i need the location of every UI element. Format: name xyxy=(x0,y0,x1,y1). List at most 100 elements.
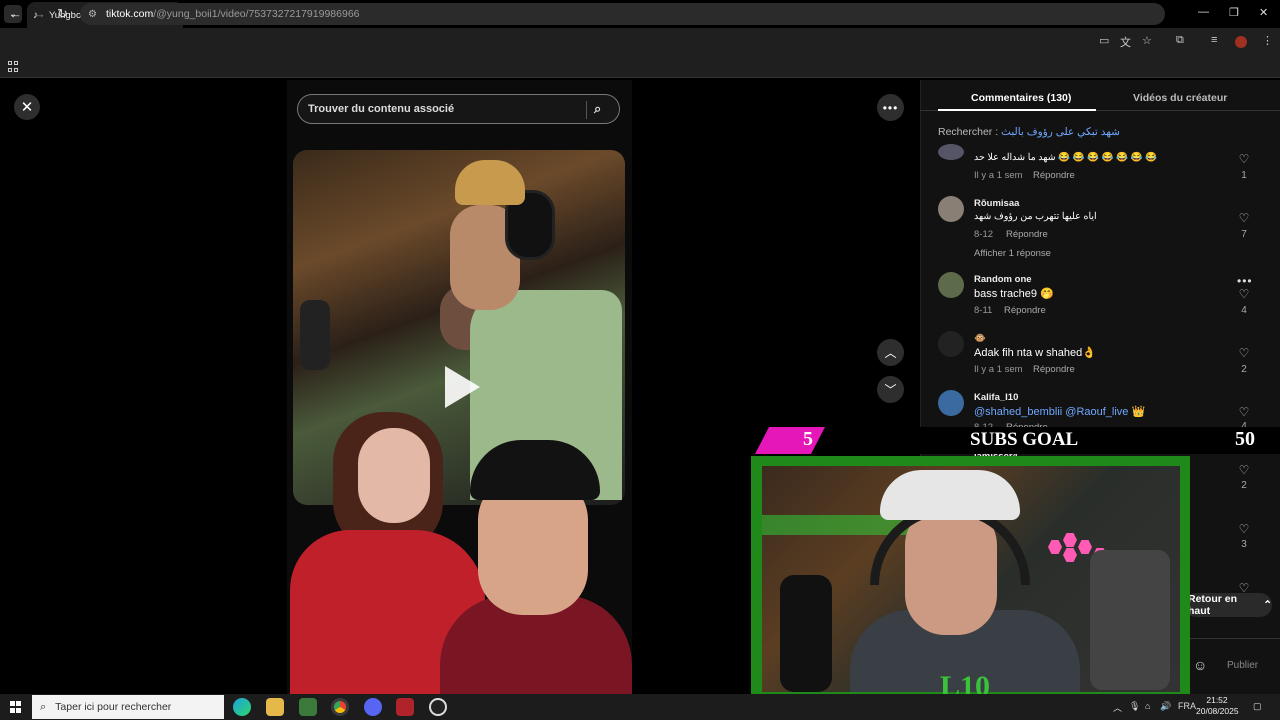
like-icon[interactable]: ♡ xyxy=(1237,405,1251,419)
microphone-icon[interactable]: 🎙 xyxy=(1129,701,1140,712)
search-icon[interactable]: ⌕ xyxy=(594,101,601,117)
extensions-icon[interactable]: ⧉ xyxy=(1176,34,1184,47)
comment-search-suggestion[interactable]: Rechercher : شهد تبكي على رؤوف بالبث xyxy=(938,126,1120,138)
clock-date: 20/08/2025 xyxy=(1196,706,1239,716)
like-icon[interactable]: ♡ xyxy=(1237,152,1251,166)
comment-date: 8-12 xyxy=(974,229,994,240)
url-host: tiktok.com xyxy=(105,8,154,20)
comment-author[interactable]: Random one xyxy=(974,274,1032,285)
file-explorer-icon[interactable] xyxy=(266,698,284,716)
comment-author[interactable]: 🐵 xyxy=(974,333,986,344)
back-to-top-button[interactable]: Retour en haut ⌃ xyxy=(1184,593,1272,617)
input-language[interactable]: FRA xyxy=(1178,701,1196,711)
like-count: 2 xyxy=(1241,480,1247,491)
webcam-streamer-cap xyxy=(880,470,1020,520)
avatar[interactable] xyxy=(938,144,964,160)
browser-toolbar xyxy=(0,28,1280,56)
apps-grid-icon[interactable] xyxy=(8,61,19,72)
discord-icon[interactable] xyxy=(364,698,382,716)
windows-start-icon[interactable] xyxy=(10,701,22,713)
clock-time: 21:52 xyxy=(1206,695,1228,705)
more-options-button[interactable]: ••• xyxy=(877,94,904,121)
show-replies-button[interactable]: Afficher 1 réponse xyxy=(974,248,1051,259)
next-video-button[interactable]: ﹀ xyxy=(877,376,904,403)
active-tab-indicator xyxy=(938,109,1096,111)
search-query: شهد تبكي على رؤوف بالبث xyxy=(1001,126,1120,138)
tab-creator-videos[interactable]: Vidéos du créateur xyxy=(1133,92,1227,104)
avatar[interactable] xyxy=(938,331,964,357)
publish-button[interactable]: Publier xyxy=(1227,660,1258,671)
volume-icon[interactable]: 🔊 xyxy=(1160,701,1171,712)
goal-target: 50 xyxy=(1235,428,1255,450)
avatar[interactable] xyxy=(938,390,964,416)
reply-button[interactable]: Répondre xyxy=(1006,229,1048,240)
video-mic-shape xyxy=(300,300,330,370)
translate-icon[interactable]: 文 xyxy=(1120,34,1131,50)
tab-comments[interactable]: Commentaires (130) xyxy=(971,92,1071,104)
address-bar[interactable]: ⚙ tiktok.com/@yung_boii1/video/753732721… xyxy=(80,3,1165,25)
comment-author[interactable]: Rõumisaa xyxy=(974,198,1019,209)
webcam-chair xyxy=(1090,550,1170,690)
like-icon[interactable]: ♡ xyxy=(1237,287,1251,301)
profile-avatar-icon[interactable] xyxy=(1235,36,1247,48)
video-cap xyxy=(455,160,525,205)
comment-text: bass trache9 🤭 xyxy=(974,288,1054,300)
arrow-up-icon: ⌃ xyxy=(1263,599,1272,611)
taskbar-search[interactable]: ⌕ Taper ici pour rechercher xyxy=(32,695,224,719)
tray-overflow-icon[interactable]: ︿ xyxy=(1113,701,1122,714)
back-to-top-label: Retour en haut xyxy=(1188,593,1238,617)
comment-date: 8-11 xyxy=(974,305,993,316)
comment-text: Adak fih nta w shahed👌 xyxy=(974,347,1096,359)
store-icon[interactable] xyxy=(299,698,317,716)
forward-icon[interactable]: → xyxy=(33,6,46,21)
network-icon[interactable]: ⌂ xyxy=(1145,701,1150,711)
chrome-icon[interactable] xyxy=(331,698,349,716)
like-icon[interactable]: ♡ xyxy=(1237,346,1251,360)
like-icon[interactable]: ♡ xyxy=(1237,211,1251,225)
restore-icon[interactable]: ❐ xyxy=(1229,6,1239,19)
obs-icon[interactable] xyxy=(429,698,447,716)
comment-text: اياه عليها تتهرب من رؤوف شهد xyxy=(974,211,1097,222)
menu-dots-icon[interactable]: ⋮ xyxy=(1262,34,1273,47)
reload-icon[interactable]: ↻ xyxy=(57,6,68,22)
close-video-button[interactable]: ✕ xyxy=(14,94,40,120)
install-app-icon[interactable]: ▭ xyxy=(1099,34,1109,47)
bookmarks-bar xyxy=(0,56,1280,78)
url-path: /@yung_boii1/video/7537327217919986966 xyxy=(153,8,360,20)
voicemeeter-icon[interactable] xyxy=(396,698,414,716)
related-content-search[interactable]: Trouver du contenu associé ⌕ xyxy=(297,94,620,124)
like-count: 3 xyxy=(1241,539,1247,550)
comment-text: @shahed_bemblii @Raouf_live 👑 xyxy=(974,405,1145,418)
previous-video-button[interactable]: ︿ xyxy=(877,339,904,366)
reply-button[interactable]: Répondre xyxy=(1033,364,1075,375)
search-icon: ⌕ xyxy=(40,700,47,713)
comment-mentions[interactable]: @shahed_bemblii @Raouf_live xyxy=(974,406,1128,418)
reply-button[interactable]: Répondre xyxy=(1004,305,1046,316)
emoji-icon[interactable]: ☺ xyxy=(1193,657,1207,673)
like-count: 7 xyxy=(1241,229,1247,240)
search-prefix: Rechercher : xyxy=(938,126,999,138)
taskbar-clock[interactable]: 21:52 20/08/2025 xyxy=(1196,695,1239,717)
comment-more-icon[interactable]: ••• xyxy=(1237,274,1253,288)
avatar[interactable] xyxy=(938,272,964,298)
related-search-placeholder: Trouver du contenu associé xyxy=(308,103,455,115)
avatar[interactable] xyxy=(938,196,964,222)
comment-author[interactable]: Kalifa_I10 xyxy=(974,392,1018,403)
notifications-icon[interactable]: ▢ xyxy=(1253,701,1262,712)
site-info-icon[interactable]: ⚙ xyxy=(88,9,97,20)
composer-divider xyxy=(1184,638,1280,639)
edge-icon[interactable] xyxy=(233,698,251,716)
back-icon[interactable]: ← xyxy=(9,6,22,21)
close-window-icon[interactable]: ✕ xyxy=(1259,6,1268,19)
taskbar-search-placeholder: Taper ici pour rechercher xyxy=(55,701,172,713)
minimize-icon[interactable]: — xyxy=(1198,6,1209,18)
play-icon[interactable] xyxy=(445,366,480,408)
goal-current: 5 xyxy=(803,428,813,450)
like-icon[interactable]: ♡ xyxy=(1237,463,1251,477)
media-control-icon[interactable]: ≡ xyxy=(1211,34,1217,46)
like-icon[interactable]: ♡ xyxy=(1237,522,1251,536)
reply-button[interactable]: Répondre xyxy=(1033,170,1075,181)
bookmark-star-icon[interactable]: ☆ xyxy=(1142,34,1152,47)
comment-date: Il y a 1 sem xyxy=(974,170,1023,181)
webcam-microphone xyxy=(780,575,832,692)
